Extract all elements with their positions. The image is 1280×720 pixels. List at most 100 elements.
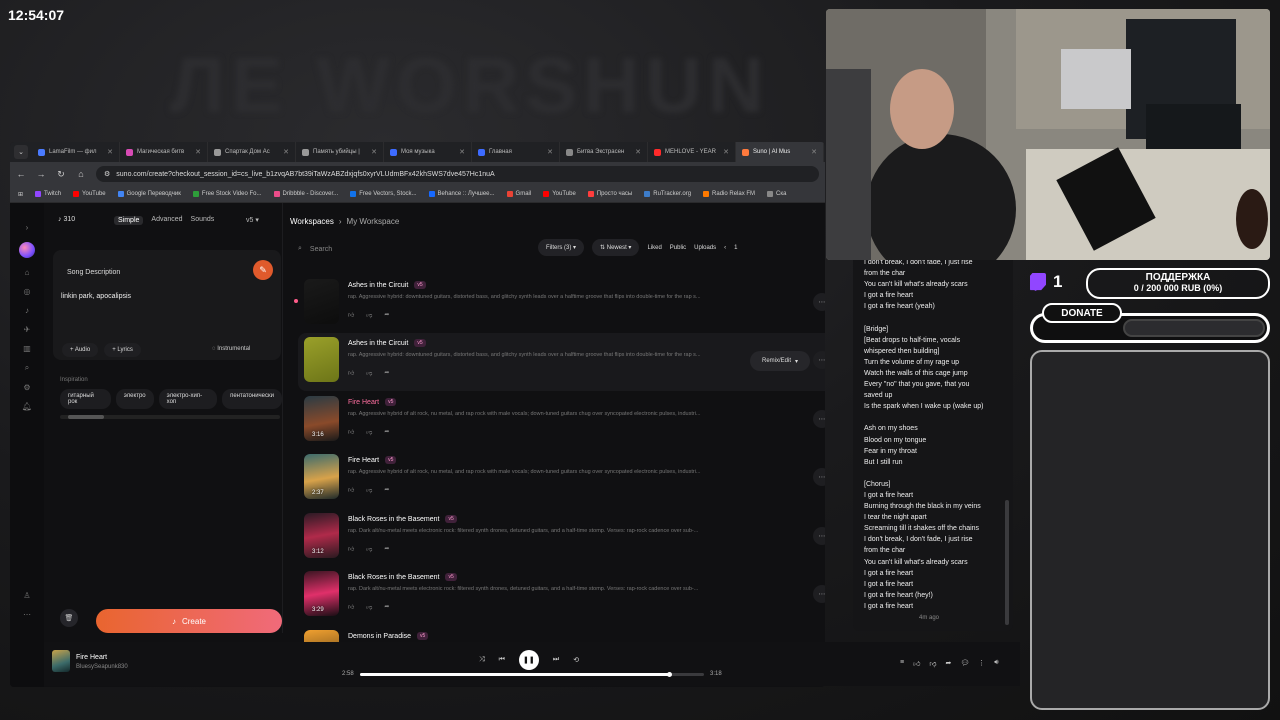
close-icon[interactable]: ✕ xyxy=(547,148,553,156)
mode-simple[interactable]: Simple xyxy=(114,216,144,225)
bookmark[interactable]: Google Переводчик xyxy=(117,191,181,197)
share-icon[interactable]: ➦ xyxy=(384,311,389,319)
bookmark[interactable]: Free Stock Video Fo... xyxy=(192,191,262,197)
dislike-icon[interactable]: 👎︎ xyxy=(366,428,372,436)
close-icon[interactable]: ✕ xyxy=(459,148,465,156)
bookmark[interactable]: Twitch xyxy=(35,191,61,197)
browser-tab[interactable]: LamaFilm — фил ✕ xyxy=(32,142,120,162)
browser-tab[interactable]: Битва Экстрасен ✕ xyxy=(560,142,648,162)
bookmark[interactable]: Gmail xyxy=(506,191,531,197)
browser-tab[interactable]: Suno | AI Mus ✕ xyxy=(736,142,824,162)
settings-icon[interactable]: ⚙ xyxy=(23,383,30,392)
progress-bar[interactable] xyxy=(360,671,704,677)
song-title[interactable]: Black Roses in the Basement xyxy=(348,516,439,523)
bookmark[interactable]: Dribbble - Discover... xyxy=(273,191,338,197)
inspiration-tag[interactable]: пентатонически xyxy=(222,389,282,409)
close-icon[interactable]: ✕ xyxy=(371,148,377,156)
progress-handle[interactable] xyxy=(667,671,673,677)
like-icon[interactable]: 👍︎ xyxy=(348,311,354,319)
filter-uploads[interactable]: Uploads xyxy=(694,245,716,251)
more-icon[interactable]: ⋮ xyxy=(978,659,985,668)
song-title[interactable]: Fire Heart xyxy=(348,457,379,464)
tab-search-icon[interactable]: ⌄ xyxy=(14,145,28,159)
explore-icon[interactable]: ◎ xyxy=(24,287,31,296)
site-info-icon[interactable]: ⚙ xyxy=(104,170,110,178)
url-field[interactable]: ⚙ suno.com/create?checkout_session_id=cs… xyxy=(96,166,819,182)
song-more-button[interactable]: ⋯ xyxy=(813,527,825,545)
song-row[interactable]: 3:12 Black Roses in the Basement v5 rap. Da… xyxy=(298,509,825,567)
filter-public[interactable]: Public xyxy=(670,245,686,251)
breadcrumb-current[interactable]: My Workspace xyxy=(347,217,400,226)
back-icon[interactable]: ← xyxy=(16,169,26,179)
browser-tab[interactable]: Магическая битв ✕ xyxy=(120,142,208,162)
song-more-button[interactable]: ⋯ xyxy=(813,410,825,428)
song-title[interactable]: Black Roses in the Basement xyxy=(348,574,439,581)
browser-tab[interactable]: Главная ✕ xyxy=(472,142,560,162)
song-cover[interactable]: 3:29 xyxy=(304,571,339,616)
suno-logo[interactable] xyxy=(19,242,35,258)
add-lyrics-button[interactable]: + Lyrics xyxy=(104,343,141,357)
repeat-icon[interactable]: ⟲ xyxy=(573,656,579,664)
song-cover[interactable] xyxy=(304,279,339,324)
remix-edit-button[interactable]: Remix/Edit ▾ xyxy=(750,351,810,371)
like-icon[interactable]: 👍︎ xyxy=(913,659,920,668)
home-icon[interactable]: ⌂ xyxy=(25,268,30,277)
previous-icon[interactable]: ⏮ xyxy=(499,656,505,664)
share-icon[interactable]: ➦ xyxy=(384,369,389,377)
prev-page-icon[interactable]: ‹ xyxy=(724,245,726,251)
song-description-input[interactable]: linkin park, apocalipsis xyxy=(61,293,131,300)
forward-icon[interactable]: → xyxy=(36,169,46,179)
notifications-icon[interactable]: 🔔︎ xyxy=(22,402,32,411)
like-icon[interactable]: 👍︎ xyxy=(348,428,354,436)
bookmark[interactable]: YouTube xyxy=(543,191,576,197)
dislike-icon[interactable]: 👎︎ xyxy=(366,311,372,319)
dislike-icon[interactable]: 👎︎ xyxy=(366,545,372,553)
browser-tab[interactable]: Моя музыка ✕ xyxy=(384,142,472,162)
dislike-icon[interactable]: 👎︎ xyxy=(366,486,372,494)
apps-icon[interactable]: ⊞ xyxy=(18,191,23,198)
close-icon[interactable]: ✕ xyxy=(107,148,113,156)
share-icon[interactable]: ➦ xyxy=(384,428,389,436)
create-icon[interactable]: ♪ xyxy=(25,306,29,315)
dislike-icon[interactable]: 👎︎ xyxy=(366,369,372,377)
share-icon[interactable]: ➦ xyxy=(384,545,389,553)
comment-icon[interactable]: 💬︎ xyxy=(960,659,969,668)
now-playing-cover[interactable] xyxy=(52,650,70,672)
dislike-icon[interactable]: 👎︎ xyxy=(929,659,936,668)
song-more-button[interactable]: ⋯ xyxy=(813,351,825,369)
profile-icon[interactable]: ♙ xyxy=(23,591,30,600)
song-row[interactable]: 3:16 Fire Heart v5 rap. Aggressive hybrid o… xyxy=(298,392,825,450)
song-row[interactable]: Ashes in the Circuit v5 rap. Aggressive hy… xyxy=(298,333,825,391)
filters-button[interactable]: Filters (3) ▾ xyxy=(538,239,585,256)
like-icon[interactable]: 👍︎ xyxy=(348,486,354,494)
collapse-icon[interactable]: › xyxy=(26,223,29,232)
song-title[interactable]: Demons in Paradise xyxy=(348,633,411,640)
more-icon[interactable]: ⋯ xyxy=(23,610,31,619)
version-select[interactable]: v5 ▾ xyxy=(246,216,259,224)
bookmark[interactable]: YouTube xyxy=(73,191,106,197)
song-title[interactable]: Ashes in the Circuit xyxy=(348,282,408,289)
song-cover[interactable] xyxy=(304,337,339,382)
mode-sounds[interactable]: Sounds xyxy=(191,216,215,225)
sort-button[interactable]: ⇅ Newest ▾ xyxy=(592,239,640,256)
lyrics-scrollbar[interactable] xyxy=(1005,500,1009,625)
browser-tab[interactable]: Память убийцы | ✕ xyxy=(296,142,384,162)
instrumental-toggle[interactable]: ◌ Instrumental xyxy=(212,346,250,352)
bookmark[interactable]: RuTracker.org xyxy=(644,191,691,197)
magic-wand-button[interactable]: ✎ xyxy=(253,260,273,280)
song-more-button[interactable]: ⋯ xyxy=(813,293,825,311)
add-audio-button[interactable]: + Audio xyxy=(62,343,99,357)
clear-button[interactable]: 🗑︎ xyxy=(60,609,78,627)
pause-button[interactable]: ❚❚ xyxy=(518,650,539,670)
close-icon[interactable]: ✕ xyxy=(635,148,641,156)
song-cover[interactable]: 2:37 xyxy=(304,454,339,499)
browser-tab[interactable]: Спартак Дом Ас ✕ xyxy=(208,142,296,162)
inspiration-scrollbar[interactable] xyxy=(60,415,280,419)
filter-liked[interactable]: Liked xyxy=(647,245,661,251)
library-icon[interactable]: ▥ xyxy=(23,344,31,353)
shuffle-icon[interactable]: ⤨ xyxy=(479,656,485,664)
close-icon[interactable]: ✕ xyxy=(723,148,729,156)
song-row[interactable]: 3:29 Black Roses in the Basement v5 rap. Da… xyxy=(298,567,825,625)
bookmark[interactable]: Free Vectors, Stock... xyxy=(350,191,417,197)
like-icon[interactable]: 👍︎ xyxy=(348,603,354,611)
